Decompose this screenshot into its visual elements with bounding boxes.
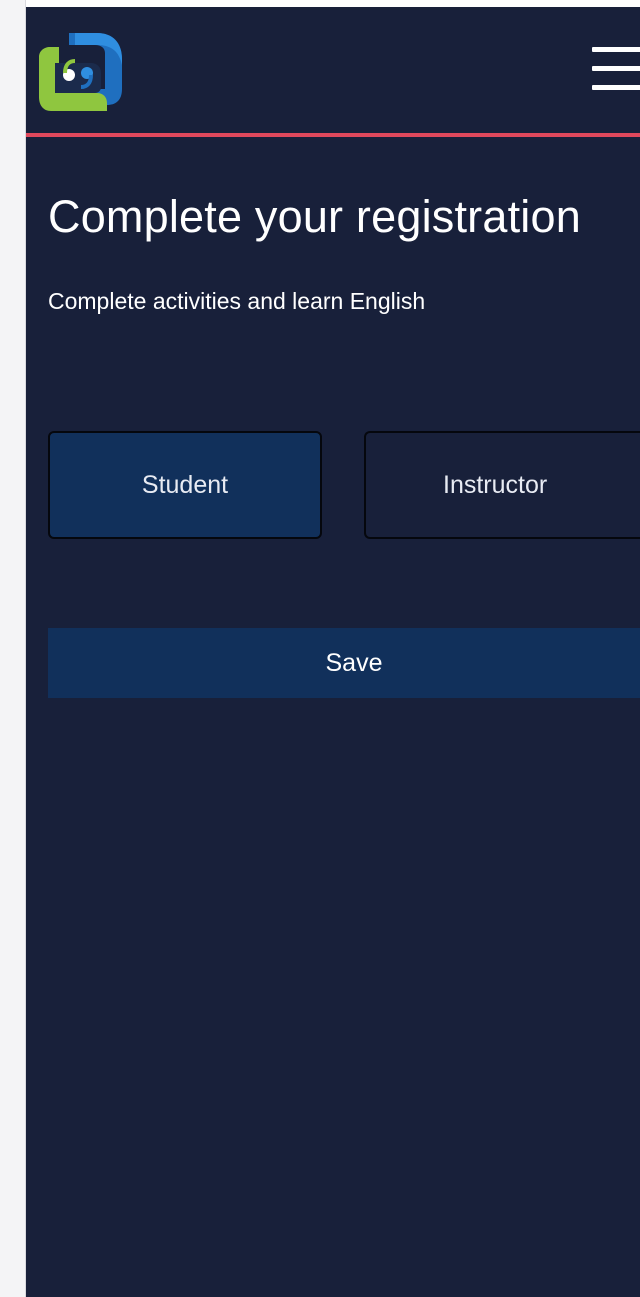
student-role-label: Student (141, 470, 229, 499)
instructor-role-button[interactable]: Instructor (364, 431, 640, 539)
student-role-button[interactable]: Student (48, 431, 322, 539)
page-subtitle: Complete activities and learn English (48, 288, 426, 314)
instructor-role-label: Instructor (443, 470, 548, 499)
browser-left-edge (0, 0, 26, 1297)
hamburger-menu-icon[interactable] (592, 47, 640, 95)
page-title: Complete your registration (48, 191, 581, 242)
app-screen: Complete your registration Complete acti… (26, 7, 640, 1297)
browser-top-edge (26, 0, 640, 7)
app-header (26, 7, 640, 137)
save-button[interactable]: Save (48, 628, 640, 698)
chat-bubble-logo-icon[interactable] (35, 29, 125, 115)
